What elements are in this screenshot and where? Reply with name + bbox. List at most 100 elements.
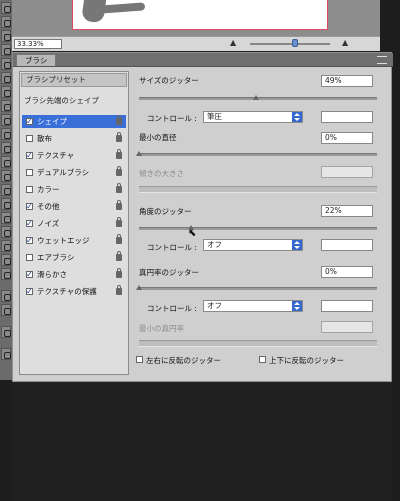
magic-wand-tool-icon[interactable] <box>1 44 11 56</box>
option-color[interactable]: カラー <box>22 183 126 196</box>
checkbox[interactable] <box>26 200 33 213</box>
size-jitter-label: サイズのジッター <box>139 76 199 85</box>
checkbox[interactable] <box>26 268 33 281</box>
roundness-jitter-value[interactable]: 0% <box>321 266 373 278</box>
control-roundness-extra-field[interactable] <box>321 300 373 312</box>
workspace-background <box>12 382 392 501</box>
checkbox[interactable] <box>26 169 33 176</box>
brush-panel: ブラシ ブラシプリセット ブラシ先端のシェイプ シェイプ 散布 テクスチャ デュ… <box>12 52 393 382</box>
tilt-scale-label: 傾きの大きさ <box>139 169 184 178</box>
min-diameter-slider-thumb[interactable] <box>136 151 142 156</box>
lock-icon[interactable] <box>116 132 122 142</box>
history-brush-icon[interactable] <box>1 100 11 112</box>
canvas[interactable] <box>72 0 328 30</box>
option-shape[interactable]: シェイプ <box>22 115 126 128</box>
control-dropdown-size[interactable]: 筆圧 <box>203 111 303 123</box>
eraser-tool-icon[interactable] <box>1 114 11 126</box>
checkbox[interactable] <box>26 186 33 193</box>
roundness-jitter-slider[interactable] <box>139 287 377 290</box>
crop-tool-icon[interactable] <box>1 58 11 70</box>
option-protect-texture[interactable]: テクスチャの保護 <box>22 285 126 298</box>
dodge-tool-icon[interactable] <box>1 156 11 168</box>
screen-mode-icon[interactable] <box>1 348 11 360</box>
mouse-cursor-icon: ⬉ <box>188 228 197 239</box>
lock-icon[interactable] <box>116 115 122 125</box>
option-noise[interactable]: ノイズ <box>22 217 126 230</box>
angle-jitter-label: 角度のジッター <box>139 207 192 216</box>
eyedropper-tool-icon[interactable] <box>1 240 11 252</box>
brush-presets-button[interactable]: ブラシプリセット <box>21 73 127 87</box>
option-other[interactable]: その他 <box>22 200 126 213</box>
lock-icon[interactable] <box>116 268 122 278</box>
flip-x-checkbox[interactable] <box>136 356 143 363</box>
min-diameter-slider[interactable] <box>139 153 377 156</box>
checkbox[interactable] <box>26 285 33 298</box>
option-airbrush[interactable]: エアブラシ <box>22 251 126 264</box>
brush-tip-shape-item[interactable]: ブラシ先端のシェイプ <box>24 95 99 106</box>
size-jitter-slider-thumb[interactable] <box>252 95 259 100</box>
min-roundness-label: 最小の真円率 <box>139 324 184 333</box>
chevron-updown-icon <box>292 301 302 311</box>
option-label: シェイプ <box>37 117 67 126</box>
roundness-jitter-slider-thumb[interactable] <box>136 285 142 290</box>
zoom-in-icon[interactable]: ▲ <box>342 38 348 47</box>
checkbox[interactable] <box>26 254 33 261</box>
gradient-tool-icon[interactable] <box>1 128 11 140</box>
min-diameter-value[interactable]: 0% <box>321 132 373 144</box>
control-size-extra-field[interactable] <box>321 111 373 123</box>
control-angle-extra-field[interactable] <box>321 239 373 251</box>
hand-tool-icon[interactable] <box>1 254 11 266</box>
flip-y-checkbox[interactable] <box>259 356 266 363</box>
shape-tool-icon[interactable] <box>1 212 11 224</box>
lock-icon[interactable] <box>116 166 122 176</box>
brush-tool-icon[interactable] <box>1 72 11 84</box>
checkbox[interactable] <box>26 234 33 247</box>
checkbox[interactable] <box>26 135 33 142</box>
checkbox[interactable] <box>26 149 33 162</box>
lock-icon[interactable] <box>116 251 122 261</box>
lock-icon[interactable] <box>116 234 122 244</box>
checkbox[interactable] <box>26 115 33 128</box>
stamp-tool-icon[interactable] <box>1 86 11 98</box>
option-label: ウェットエッジ <box>37 236 90 245</box>
option-dual-brush[interactable]: デュアルブラシ <box>22 166 126 179</box>
zoom-slider[interactable] <box>250 43 330 45</box>
angle-jitter-value[interactable]: 22% <box>321 205 373 217</box>
lock-icon[interactable] <box>116 200 122 210</box>
size-jitter-value[interactable]: 49% <box>321 75 373 87</box>
angle-jitter-slider[interactable] <box>139 227 377 230</box>
lock-icon[interactable] <box>116 285 122 295</box>
path-select-icon[interactable] <box>1 198 11 210</box>
type-tool-icon[interactable] <box>1 184 11 196</box>
background-color-icon[interactable] <box>1 304 11 316</box>
lasso-tool-icon[interactable] <box>1 30 11 42</box>
foreground-color-icon[interactable] <box>1 290 11 302</box>
roundness-jitter-label: 真円率のジッター <box>139 268 199 277</box>
option-label: テクスチャの保護 <box>37 287 97 296</box>
lock-icon[interactable] <box>116 183 122 193</box>
flip-x-label: 左右に反転のジッター <box>146 356 221 365</box>
checkbox[interactable] <box>26 217 33 230</box>
option-texture[interactable]: テクスチャ <box>22 149 126 162</box>
zoom-field[interactable]: 33.33% <box>14 39 62 49</box>
zoom-tool-icon[interactable] <box>1 268 11 280</box>
option-scatter[interactable]: 散布 <box>22 132 126 145</box>
zoom-out-icon[interactable]: ▲ <box>230 38 236 47</box>
option-smoothing[interactable]: 滑らかさ <box>22 268 126 281</box>
status-bar: 33.33% ▲ ▲ <box>12 36 380 51</box>
control-dropdown-roundness[interactable]: オフ <box>203 300 303 312</box>
marquee-tool-icon[interactable] <box>1 16 11 28</box>
tab-brush[interactable]: ブラシ <box>16 54 57 66</box>
lock-icon[interactable] <box>116 217 122 227</box>
lock-icon[interactable] <box>116 149 122 159</box>
blur-tool-icon[interactable] <box>1 142 11 154</box>
control-dropdown-angle[interactable]: オフ <box>203 239 303 251</box>
panel-menu-icon[interactable] <box>377 56 387 64</box>
notes-tool-icon[interactable] <box>1 226 11 238</box>
zoom-slider-thumb[interactable] <box>292 39 298 47</box>
move-tool-icon[interactable] <box>1 2 11 14</box>
flip-y-label: 上下に反転のジッター <box>269 356 344 365</box>
option-wet-edges[interactable]: ウェットエッジ <box>22 234 126 247</box>
pen-tool-icon[interactable] <box>1 170 11 182</box>
quick-mask-icon[interactable] <box>1 326 11 338</box>
